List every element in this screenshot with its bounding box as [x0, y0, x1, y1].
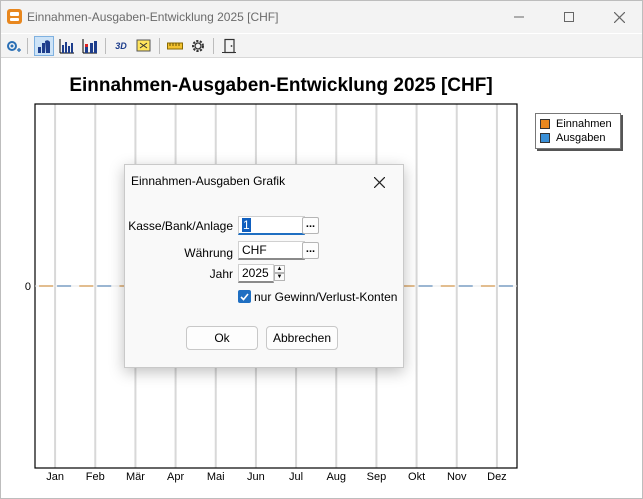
legend-swatch-einnahmen — [540, 119, 550, 129]
stacked-bar-icon — [82, 39, 97, 54]
legend-item-einnahmen: Einnahmen — [540, 117, 616, 131]
bar-einnahmen-dez — [480, 285, 495, 287]
toolbar-separator — [213, 38, 214, 54]
close-button[interactable] — [596, 1, 642, 33]
bar-ausgaben-dez — [498, 285, 513, 287]
export-button[interactable] — [134, 36, 154, 56]
gear-icon — [192, 40, 204, 52]
kasse-label: Kasse/Bank/Anlage — [128, 219, 233, 233]
spin-up-icon[interactable]: ▲ — [274, 265, 285, 273]
bar-ausgaben-nov — [458, 285, 473, 287]
legend-label-ausgaben: Ausgaben — [556, 132, 606, 144]
waehrung-label: Währung — [184, 246, 233, 260]
x-tick-label: Mai — [207, 471, 225, 483]
gewinn-verlust-label: nur Gewinn/Verlust-Konten — [254, 290, 398, 304]
chart-legend: Einnahmen Ausgaben — [535, 113, 621, 149]
kasse-value: 1 — [242, 218, 251, 232]
bar-chart-icon — [59, 39, 74, 54]
bar-chart-button[interactable] — [57, 36, 77, 56]
x-tick-label: Apr — [167, 471, 184, 483]
title-bar: Einnahmen-Ausgaben-Entwicklung 2025 [CHF… — [1, 1, 642, 33]
waehrung-browse-button[interactable]: ... — [302, 242, 319, 259]
exit-button[interactable] — [219, 36, 239, 56]
close-icon — [613, 11, 625, 23]
chart-settings-dialog: Einnahmen-Ausgaben Grafik Kasse/Bank/Anl… — [124, 164, 404, 368]
ok-button[interactable]: Ok — [186, 326, 258, 350]
close-icon — [373, 176, 385, 188]
3d-icon: 3D — [115, 41, 127, 51]
legend-swatch-ausgaben — [540, 133, 550, 143]
x-tick-label: Jan — [46, 471, 64, 483]
bar-ausgaben-feb — [97, 285, 112, 287]
cancel-button[interactable]: Abbrechen — [266, 326, 338, 350]
dialog-close-button[interactable] — [368, 171, 390, 193]
x-tick-label: Nov — [447, 471, 467, 483]
settings-add-icon — [7, 41, 21, 52]
main-window: Einnahmen-Ausgaben-Entwicklung 2025 [CHF… — [0, 0, 643, 499]
minimize-button[interactable] — [496, 1, 542, 33]
jahr-label: Jahr — [209, 267, 233, 281]
bar-einnahmen-nov — [440, 285, 455, 287]
x-tick-label: Jun — [247, 471, 265, 483]
bear-chart-icon — [38, 40, 50, 53]
bear-chart-button[interactable] — [34, 36, 54, 56]
legend-label-einnahmen: Einnahmen — [556, 118, 612, 130]
bar-einnahmen-jan — [39, 285, 54, 287]
stacked-bar-button[interactable] — [80, 36, 100, 56]
jahr-spinner[interactable]: ▲ ▼ — [274, 265, 285, 282]
y-tick-label: 0 — [25, 281, 31, 293]
kasse-browse-button[interactable]: ... — [302, 217, 319, 234]
x-tick-label: Feb — [86, 471, 105, 483]
x-tick-label: Okt — [408, 471, 425, 483]
jahr-value: 2025 — [242, 266, 269, 280]
maximize-button[interactable] — [546, 1, 592, 33]
waehrung-input[interactable]: CHF — [238, 241, 305, 260]
toolbar: 3D — [1, 34, 642, 58]
ruler-icon — [167, 42, 183, 50]
legend-item-ausgaben: Ausgaben — [540, 131, 616, 145]
toolbar-separator — [105, 38, 106, 54]
app-icon — [7, 9, 22, 24]
window-title: Einnahmen-Ausgaben-Entwicklung 2025 [CHF… — [27, 10, 279, 24]
x-tick-label: Mär — [126, 471, 145, 483]
x-tick-label: Sep — [367, 471, 387, 483]
gear-button[interactable] — [188, 36, 208, 56]
ruler-button[interactable] — [165, 36, 185, 56]
kasse-input[interactable]: 1 — [238, 216, 305, 235]
x-tick-label: Jul — [289, 471, 303, 483]
dialog-title: Einnahmen-Ausgaben Grafik — [131, 174, 286, 188]
export-icon — [136, 39, 151, 52]
waehrung-value: CHF — [242, 243, 267, 257]
checkmark-icon — [240, 292, 249, 301]
toolbar-separator — [159, 38, 160, 54]
3d-button[interactable]: 3D — [111, 36, 131, 56]
exit-door-icon — [222, 38, 236, 54]
maximize-icon — [564, 12, 574, 22]
bar-einnahmen-feb — [79, 285, 94, 287]
jahr-input[interactable]: 2025 — [238, 264, 274, 283]
spin-down-icon[interactable]: ▼ — [274, 273, 285, 281]
settings-add-button[interactable] — [3, 36, 23, 56]
bar-ausgaben-okt — [418, 285, 433, 287]
gewinn-verlust-checkbox[interactable] — [238, 290, 251, 303]
x-tick-label: Aug — [326, 471, 346, 483]
minimize-icon — [514, 16, 524, 18]
x-tick-label: Dez — [487, 471, 507, 483]
bar-ausgaben-jan — [57, 285, 72, 287]
toolbar-separator — [27, 38, 28, 54]
